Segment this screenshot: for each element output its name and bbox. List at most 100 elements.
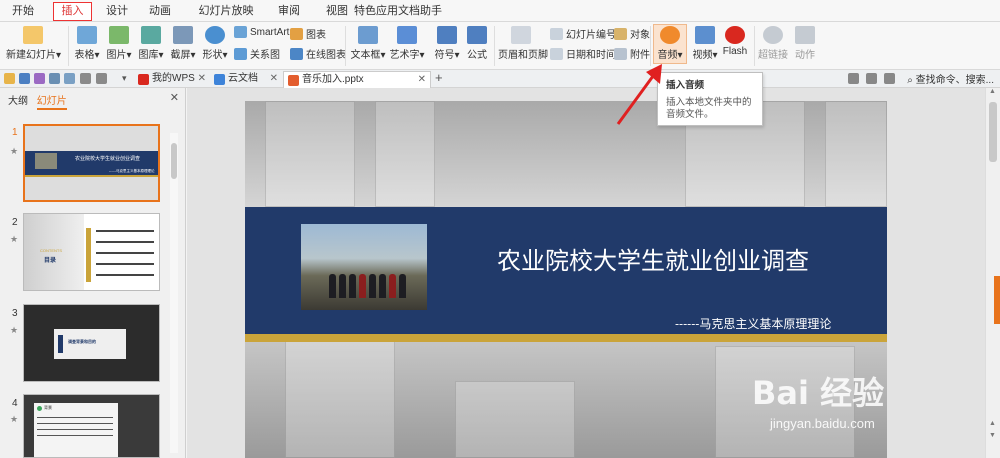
tab-slideshow[interactable]: 幻灯片放映 bbox=[188, 3, 264, 20]
document-tab-bar: ▾ 我的WPS ✕ 云文档 ✕ 音乐加入.pptx ✕ + ⌕ 查找命令、搜索... bbox=[0, 70, 1000, 88]
slides-tab[interactable]: 幻灯片 bbox=[36, 96, 67, 110]
next-slide-icon[interactable]: ▼ bbox=[989, 432, 996, 439]
symbol-button[interactable]: 符号▾ bbox=[433, 26, 461, 61]
close-icon[interactable]: ✕ bbox=[170, 91, 179, 104]
close-icon[interactable]: ✕ bbox=[270, 71, 278, 87]
scroll-thumb[interactable] bbox=[989, 102, 997, 162]
slide-title[interactable]: 农业院校大学生就业创业调查 bbox=[497, 241, 809, 276]
tab-review[interactable]: 审阅 bbox=[272, 3, 306, 20]
pptx-file-icon bbox=[288, 75, 299, 86]
screenshot-icon bbox=[173, 26, 193, 44]
film-icon bbox=[695, 26, 715, 44]
export-pdf-icon[interactable] bbox=[34, 73, 45, 84]
object-button[interactable]: 对象 bbox=[614, 26, 650, 41]
star-icon: ★ bbox=[10, 146, 19, 156]
audio-tooltip: 插入音频 插入本地文件夹中的音频文件。 bbox=[657, 72, 763, 126]
audio-button[interactable]: 音频▾ bbox=[655, 26, 685, 61]
wps-icon bbox=[138, 74, 149, 85]
slide-number-icon bbox=[550, 27, 563, 40]
smartart-icon bbox=[234, 26, 247, 38]
star-icon: ★ bbox=[10, 414, 19, 424]
datetime-button[interactable]: 日期和时间 bbox=[550, 46, 616, 61]
smartart-button[interactable]: SmartArt bbox=[234, 26, 289, 38]
image-icon bbox=[109, 26, 129, 44]
slide-number: 3 bbox=[12, 308, 18, 319]
attachment-button[interactable]: 附件 bbox=[614, 46, 650, 61]
open-folder-icon[interactable] bbox=[4, 73, 15, 84]
slide-number: 2 bbox=[12, 217, 18, 228]
baidu-watermark: Bai 经验 bbox=[752, 374, 885, 412]
tools-icon[interactable] bbox=[866, 73, 877, 84]
close-icon[interactable]: ✕ bbox=[418, 72, 426, 88]
tab-doc-helper[interactable]: 文档助手 bbox=[388, 3, 452, 20]
tab-design[interactable]: 设计 bbox=[100, 3, 134, 20]
group-photo[interactable] bbox=[301, 224, 427, 310]
pi-icon bbox=[467, 26, 487, 44]
image-button[interactable]: 图片▾ bbox=[104, 26, 134, 61]
screenshot-button[interactable]: 截屏▾ bbox=[168, 26, 198, 61]
chevron-down-icon[interactable]: ▾ bbox=[122, 73, 133, 84]
tab-home[interactable]: 开始 bbox=[6, 3, 40, 20]
slide-thumbnail[interactable]: 背景 bbox=[23, 394, 160, 458]
scroll-thumb[interactable] bbox=[171, 143, 177, 179]
gallery-button[interactable]: 图库▾ bbox=[136, 26, 166, 61]
tab-insert[interactable]: 插入 bbox=[53, 2, 92, 21]
slide-number-button[interactable]: 幻灯片编号 bbox=[550, 26, 616, 41]
side-panel-toggle[interactable] bbox=[994, 276, 1000, 324]
chart-icon bbox=[290, 27, 303, 40]
panel-scrollbar[interactable] bbox=[170, 133, 178, 453]
textbox-button[interactable]: 文本框▾ bbox=[350, 26, 386, 61]
search-icon: ⌕ bbox=[907, 75, 913, 86]
outline-tab[interactable]: 大纲 bbox=[8, 96, 28, 107]
red-arrow-annotation bbox=[616, 64, 662, 125]
command-search[interactable]: ⌕ 查找命令、搜索... bbox=[907, 71, 994, 86]
table-icon bbox=[77, 26, 97, 44]
prev-slide-icon[interactable]: ▲ bbox=[989, 420, 996, 427]
attachment-icon bbox=[614, 47, 627, 60]
tab-pptx-file[interactable]: 音乐加入.pptx ✕ bbox=[283, 71, 431, 88]
flash-button[interactable]: Flash bbox=[722, 26, 748, 57]
online-chart-icon bbox=[290, 47, 303, 60]
editor-scrollbar[interactable]: ▲ ▲ ▼ bbox=[985, 88, 1000, 458]
tab-cloud-doc[interactable]: 云文档 ✕ bbox=[210, 71, 282, 88]
cloud-icon bbox=[214, 74, 225, 85]
panel-tabs: 大纲 幻灯片 ✕ bbox=[0, 88, 185, 110]
header-footer-button[interactable]: 页眉和页脚 bbox=[498, 26, 548, 61]
slide-subtitle[interactable]: ------马克思主义基本原理理论 bbox=[675, 315, 831, 332]
scroll-up-icon[interactable]: ▲ bbox=[989, 88, 996, 95]
shape-button[interactable]: 形状▾ bbox=[200, 26, 230, 61]
globe-icon bbox=[763, 26, 783, 44]
gold-divider bbox=[245, 334, 887, 342]
tooltip-description: 插入本地文件夹中的音频文件。 bbox=[666, 97, 752, 120]
print-icon[interactable] bbox=[49, 73, 60, 84]
omega-icon bbox=[437, 26, 457, 44]
slide-thumbnail[interactable]: 农业院校大学生就业创业调查 ------马克思主义基本原理理论 bbox=[23, 124, 160, 202]
action-button[interactable]: 动作 bbox=[792, 26, 818, 61]
hyperlink-button[interactable]: 超链接 bbox=[758, 26, 788, 61]
close-icon[interactable]: ✕ bbox=[198, 71, 206, 87]
ribbon: 新建幻灯片▾ 表格▾ 图片▾ 图库▾ 截屏▾ 形状▾ SmartArt 图表 关… bbox=[0, 22, 1000, 70]
new-tab-plus-icon[interactable]: + bbox=[435, 70, 443, 85]
help-icon[interactable] bbox=[884, 73, 895, 84]
calendar-icon bbox=[550, 47, 563, 60]
tab-animation[interactable]: 动画 bbox=[143, 3, 177, 20]
wordart-button[interactable]: 艺术字▾ bbox=[389, 26, 425, 61]
video-button[interactable]: 视频▾ bbox=[690, 26, 720, 61]
skin-icon[interactable] bbox=[848, 73, 859, 84]
online-chart-button[interactable]: 在线图表 bbox=[290, 46, 346, 61]
new-slide-button[interactable]: 新建幻灯片▾ bbox=[6, 26, 61, 61]
slide-thumbnail[interactable]: 调查背景和目的 bbox=[23, 304, 160, 382]
table-button[interactable]: 表格▾ bbox=[72, 26, 102, 61]
redo-icon[interactable] bbox=[96, 73, 107, 84]
relation-button[interactable]: 关系图 bbox=[234, 46, 280, 61]
watermark-url: jingyan.baidu.com bbox=[770, 416, 875, 431]
save-icon[interactable] bbox=[19, 73, 30, 84]
header-footer-icon bbox=[511, 26, 531, 44]
print-preview-icon[interactable] bbox=[64, 73, 75, 84]
tab-my-wps[interactable]: 我的WPS ✕ bbox=[134, 71, 210, 88]
formula-button[interactable]: 公式 bbox=[464, 26, 490, 61]
chart-button[interactable]: 图表 bbox=[290, 26, 326, 41]
slide-thumbnail[interactable]: CONTENTS 目录 bbox=[23, 213, 160, 291]
slide-number: 1 bbox=[12, 127, 18, 138]
undo-icon[interactable] bbox=[80, 73, 91, 84]
